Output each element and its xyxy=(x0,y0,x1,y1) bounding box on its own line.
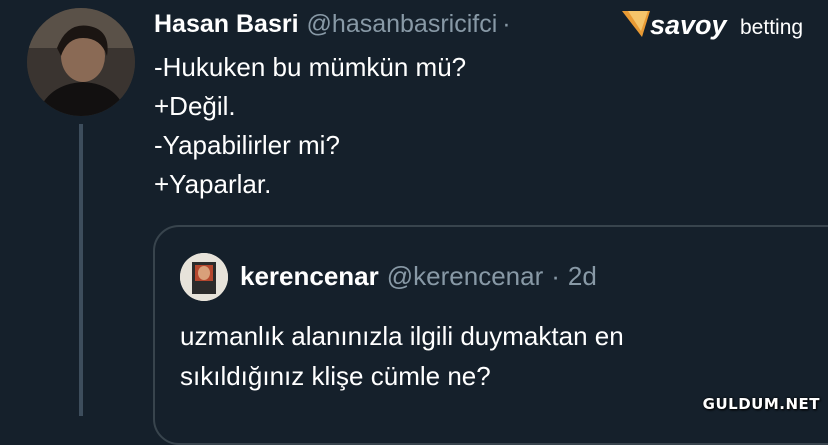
tweet-line: +Değil. xyxy=(154,91,236,121)
quoted-author-name[interactable]: kerencenar xyxy=(240,261,379,291)
quoted-timestamp[interactable]: 2d xyxy=(568,261,597,291)
site-watermark: GULDUM.NET xyxy=(702,395,820,413)
tweet-text: -Hukuken bu mümkün mü? +Değil. -Yapabili… xyxy=(154,48,466,204)
quoted-tweet-text: uzmanlık alanınızla ilgili duymaktan en … xyxy=(180,316,624,396)
brand-main-text: savoy xyxy=(650,10,729,40)
brand-suffix-text: betting xyxy=(740,16,803,39)
tweet-line: +Yaparlar. xyxy=(154,169,272,199)
quoted-line: sıkıldığınız klişe cümle ne? xyxy=(180,361,491,391)
separator-dot: · xyxy=(502,10,511,38)
author-name[interactable]: Hasan Basri xyxy=(154,10,299,38)
quoted-avatar-image xyxy=(180,253,228,301)
author-avatar-image xyxy=(27,8,135,116)
thread-line xyxy=(79,124,83,416)
tweet-header: Hasan Basri @hasanbasricifci · xyxy=(154,8,511,40)
quoted-separator-dot: · xyxy=(551,261,560,291)
author-handle[interactable]: @hasanbasricifci xyxy=(307,10,498,38)
tweet-line: -Yapabilirler mi? xyxy=(154,130,340,160)
watermark-logo: savoy betting xyxy=(614,5,828,45)
author-avatar[interactable] xyxy=(27,8,135,116)
quoted-author-avatar[interactable] xyxy=(180,253,228,301)
quoted-author-handle[interactable]: @kerencenar xyxy=(387,261,543,291)
tweet-line: -Hukuken bu mümkün mü? xyxy=(154,52,467,82)
quoted-tweet-header: kerencenar @kerencenar · 2d xyxy=(240,258,597,294)
quoted-line: uzmanlık alanınızla ilgili duymaktan en xyxy=(180,321,624,351)
